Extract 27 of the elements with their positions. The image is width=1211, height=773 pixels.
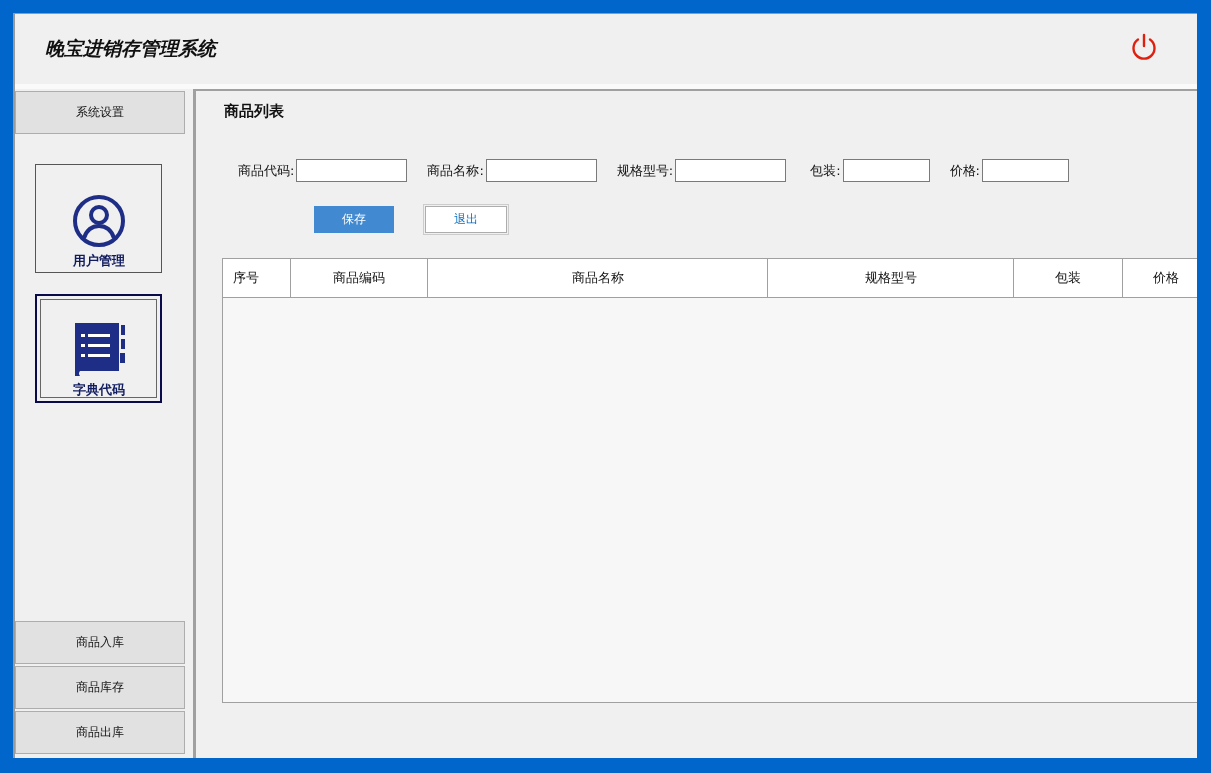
settings-button[interactable]: 系统设置 — [15, 91, 185, 134]
menu-tile[interactable]: 用户管理 — [35, 164, 162, 273]
column-header: 价格 — [1152, 269, 1180, 287]
field-label: 价格: — [949, 161, 980, 180]
input-field[interactable] — [981, 159, 1069, 182]
user-icon — [71, 194, 126, 248]
nav-button[interactable]: 商品库存 — [15, 666, 185, 709]
column-header: 包装 — [1014, 259, 1123, 297]
save-button[interactable]: 保存 — [314, 206, 394, 233]
panel-title: 商品列表 — [224, 102, 285, 121]
input-field[interactable] — [842, 159, 930, 182]
menu-tile[interactable]: 字典代码 — [35, 294, 162, 403]
field-label: 商品名称: — [427, 161, 484, 180]
column-header: 商品名称 — [428, 259, 768, 297]
field-label: 商品代码: — [238, 161, 295, 180]
input-field[interactable] — [675, 159, 787, 182]
column-header: 规格型号 — [768, 259, 1014, 297]
field-label: 包装: — [810, 161, 841, 180]
exit-button[interactable]: 退出 — [425, 206, 507, 233]
input-field[interactable] — [485, 159, 597, 182]
column-header: 序号 — [223, 259, 291, 297]
power-icon[interactable] — [1129, 32, 1159, 62]
nav-button[interactable]: 商品出库 — [15, 711, 185, 754]
input-field[interactable] — [296, 159, 408, 182]
nav-button[interactable]: 商品入库 — [15, 621, 185, 664]
field-label: 规格型号: — [616, 161, 674, 180]
column-header: 商品编码 — [291, 259, 428, 297]
